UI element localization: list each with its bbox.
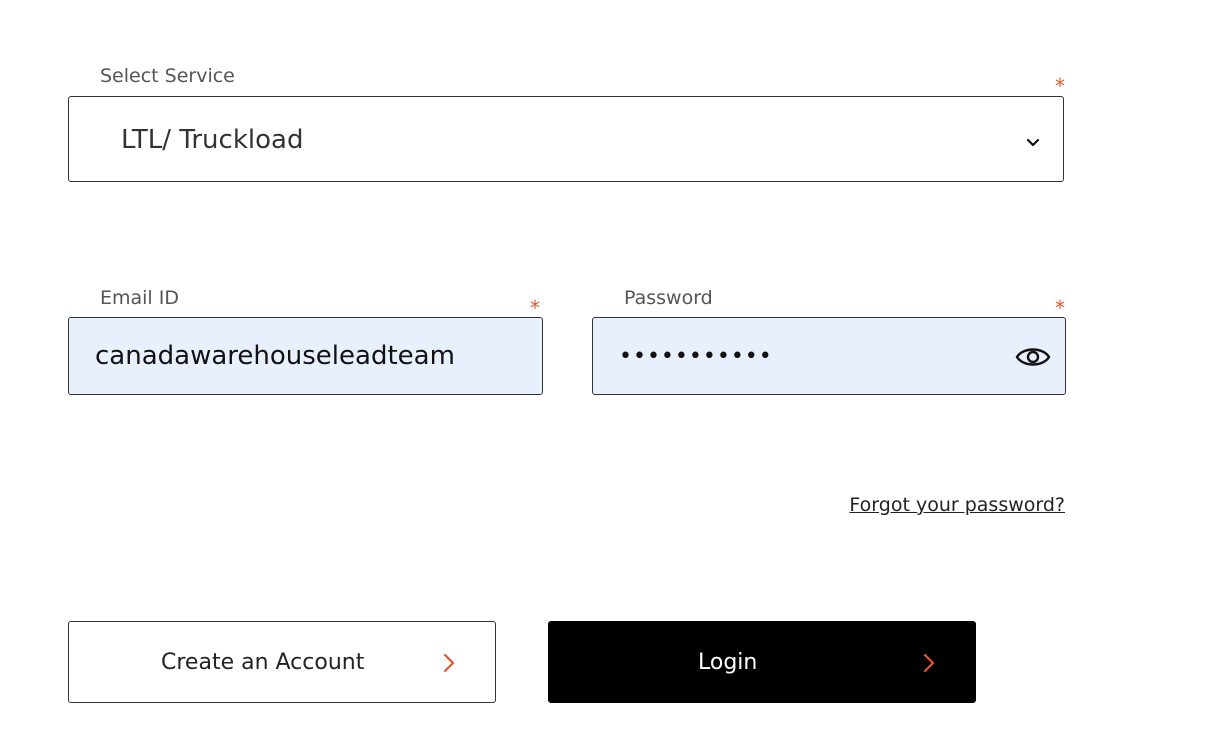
email-field-box [68,317,543,395]
service-selected-value: LTL/ Truckload [121,125,304,155]
forgot-password-link[interactable]: Forgot your password? [849,494,1065,516]
email-field[interactable] [69,318,542,394]
email-required-mark: * [530,296,540,320]
chevron-down-icon [1026,138,1040,147]
password-field[interactable] [593,318,1065,394]
password-required-mark: * [1055,296,1065,320]
service-select[interactable]: LTL/ Truckload [68,96,1064,182]
chevron-right-icon [923,653,935,673]
eye-icon[interactable] [1015,344,1051,370]
login-form: Select Service * LTL/ Truckload Email ID… [0,0,1208,742]
password-label: Password [624,287,713,309]
login-label: Login [698,650,758,675]
create-account-label: Create an Account [161,650,365,675]
service-required-mark: * [1055,74,1065,98]
create-account-button[interactable]: Create an Account [68,621,496,703]
email-label: Email ID [100,287,179,309]
service-label: Select Service [100,65,235,87]
login-button[interactable]: Login [548,621,976,703]
chevron-right-icon [443,653,455,673]
password-field-box [592,317,1066,395]
